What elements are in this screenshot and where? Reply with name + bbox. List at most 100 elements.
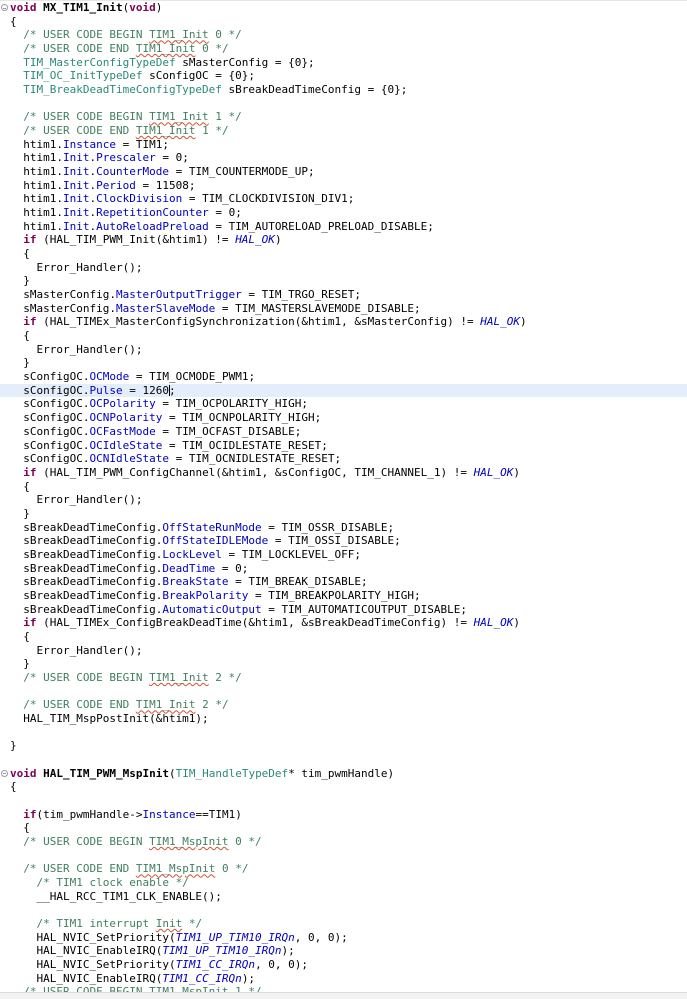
- code-line[interactable]: sBreakDeadTimeConfig.DeadTime = 0;: [0, 562, 687, 576]
- code-line[interactable]: [0, 685, 687, 699]
- code-line[interactable]: htim1.Instance = TIM1;: [0, 138, 687, 152]
- code-line[interactable]: sBreakDeadTimeConfig.BreakPolarity = TIM…: [0, 589, 687, 603]
- code-line-active[interactable]: sConfigOC.Pulse = 1260;: [0, 383, 687, 398]
- code-token-field: AutomaticOutput: [162, 602, 262, 616]
- code-line[interactable]: void MX_TIM1_Init(void): [0, 1, 687, 15]
- code-line[interactable]: sMasterConfig.MasterOutputTrigger = TIM_…: [0, 288, 687, 302]
- code-line[interactable]: sConfigOC.OCPolarity = TIM_OCPOLARITY_HI…: [0, 397, 687, 411]
- code-token-plain: = 1260: [122, 383, 169, 397]
- code-line[interactable]: sConfigOC.OCMode = TIM_OCMODE_PWM1;: [0, 370, 687, 384]
- code-editor[interactable]: void MX_TIM1_Init(void){ /* USER CODE BE…: [0, 0, 687, 999]
- code-token-plain: Error_Handler();: [10, 493, 143, 507]
- code-line[interactable]: HAL_NVIC_SetPriority(TIM1_CC_IRQn, 0, 0)…: [0, 958, 687, 972]
- code-token-cmt: /* USER CODE BEGIN: [10, 670, 150, 684]
- code-token-plain: = TIM_COUNTERMODE_UP;: [168, 165, 315, 179]
- code-line[interactable]: {: [0, 247, 687, 261]
- code-line[interactable]: {: [0, 329, 687, 343]
- code-line[interactable]: sBreakDeadTimeConfig.AutomaticOutput = T…: [0, 603, 687, 617]
- code-line[interactable]: void HAL_TIM_PWM_MspInit(TIM_HandleTypeD…: [0, 767, 687, 781]
- code-line[interactable]: sBreakDeadTimeConfig.OffStateRunMode = T…: [0, 521, 687, 535]
- code-token-type: TIM_MasterConfigTypeDef: [10, 55, 176, 69]
- code-line[interactable]: TIM_MasterConfigTypeDef sMasterConfig = …: [0, 56, 687, 70]
- code-line[interactable]: if (HAL_TIM_PWM_Init(&htim1) != HAL_OK): [0, 233, 687, 247]
- code-line[interactable]: sConfigOC.OCFastMode = TIM_OCFAST_DISABL…: [0, 425, 687, 439]
- code-token-const: TIM1_CC_IRQn: [162, 971, 242, 985]
- code-line[interactable]: Error_Handler();: [0, 493, 687, 507]
- code-line[interactable]: [0, 794, 687, 808]
- code-line[interactable]: }: [0, 356, 687, 370]
- code-line[interactable]: {: [0, 780, 687, 794]
- code-line[interactable]: TIM_BreakDeadTimeConfigTypeDef sBreakDea…: [0, 83, 687, 97]
- code-line[interactable]: sMasterConfig.MasterSlaveMode = TIM_MAST…: [0, 302, 687, 316]
- code-token-plain: ): [155, 1, 163, 14]
- code-line[interactable]: TIM_OC_InitTypeDef sConfigOC = {0};: [0, 69, 687, 83]
- code-token-kw: if: [23, 616, 37, 630]
- code-token-plain: htim1.: [10, 165, 63, 179]
- code-line[interactable]: {: [0, 15, 687, 29]
- code-line[interactable]: /* USER CODE BEGIN TIM1_MspInit 0 */: [0, 835, 687, 849]
- code-line[interactable]: sConfigOC.OCNPolarity = TIM_OCNPOLARITY_…: [0, 411, 687, 425]
- code-fold-collapse-icon[interactable]: [1, 769, 8, 777]
- code-line[interactable]: /* USER CODE END TIM1_Init 1 */: [0, 124, 687, 138]
- code-line[interactable]: sBreakDeadTimeConfig.LockLevel = TIM_LOC…: [0, 548, 687, 562]
- code-line[interactable]: {: [0, 480, 687, 494]
- code-line[interactable]: HAL_NVIC_EnableIRQ(TIM1_UP_TIM10_IRQn);: [0, 944, 687, 958]
- code-line[interactable]: if (HAL_TIM_PWM_ConfigChannel(&htim1, &s…: [0, 466, 687, 480]
- code-token-plain: = 11508;: [135, 178, 196, 192]
- code-line[interactable]: Error_Handler();: [0, 644, 687, 658]
- code-line[interactable]: HAL_NVIC_EnableIRQ(TIM1_CC_IRQn);: [0, 972, 687, 986]
- code-line[interactable]: __HAL_RCC_TIM1_CLK_ENABLE();: [0, 890, 687, 904]
- code-line[interactable]: [0, 903, 687, 917]
- code-line[interactable]: /* USER CODE BEGIN TIM1_Init 2 */: [0, 671, 687, 685]
- code-line[interactable]: sConfigOC.OCIdleState = TIM_OCIDLESTATE_…: [0, 439, 687, 453]
- code-line[interactable]: if (HAL_TIMEx_ConfigBreakDeadTime(&htim1…: [0, 616, 687, 630]
- code-line[interactable]: if(tim_pwmHandle->Instance==TIM1): [0, 808, 687, 822]
- code-line[interactable]: [0, 97, 687, 111]
- code-line[interactable]: htim1.Init.Prescaler = 0;: [0, 151, 687, 165]
- code-text-area[interactable]: void MX_TIM1_Init(void){ /* USER CODE BE…: [0, 1, 687, 999]
- code-line[interactable]: {: [0, 821, 687, 835]
- code-line[interactable]: /* USER CODE BEGIN TIM1_Init 1 */: [0, 110, 687, 124]
- code-token-plain: = TIM_OCFAST_DISABLE;: [155, 424, 302, 438]
- code-token-plain: = TIM_CLOCKDIVISION_DIV1;: [182, 192, 355, 206]
- code-token-plain: sBreakDeadTimeConfig.: [10, 561, 163, 575]
- code-line[interactable]: /* USER CODE END TIM1_Init 0 */: [0, 42, 687, 56]
- code-token-field: OffStateRunMode: [162, 520, 262, 534]
- code-token-plain: (HAL_TIMEx_MasterConfigSynchronization(&…: [36, 315, 481, 329]
- code-token-plain: sMasterConfig = {0};: [175, 55, 315, 69]
- code-line[interactable]: /* USER CODE END TIM1_MspInit 0 */: [0, 862, 687, 876]
- code-line[interactable]: Error_Handler();: [0, 261, 687, 275]
- code-line[interactable]: htim1.Init.CounterMode = TIM_COUNTERMODE…: [0, 165, 687, 179]
- code-line[interactable]: HAL_NVIC_SetPriority(TIM1_UP_TIM10_IRQn,…: [0, 931, 687, 945]
- code-line[interactable]: htim1.Init.Period = 11508;: [0, 179, 687, 193]
- code-line[interactable]: }: [0, 739, 687, 753]
- code-line[interactable]: sConfigOC.OCNIdleState = TIM_OCNIDLESTAT…: [0, 452, 687, 466]
- code-line[interactable]: {: [0, 630, 687, 644]
- code-token-field: OCPolarity: [89, 397, 156, 411]
- code-line[interactable]: if (HAL_TIMEx_MasterConfigSynchronizatio…: [0, 315, 687, 329]
- code-line[interactable]: [0, 753, 687, 767]
- code-line[interactable]: }: [0, 274, 687, 288]
- code-line[interactable]: /* USER CODE END TIM1_Init 2 */: [0, 698, 687, 712]
- code-token-plain: (: [168, 766, 176, 780]
- code-line[interactable]: HAL_TIM_MspPostInit(&htim1);: [0, 712, 687, 726]
- code-line[interactable]: [0, 849, 687, 863]
- code-line[interactable]: Error_Handler();: [0, 343, 687, 357]
- code-line[interactable]: }: [0, 507, 687, 521]
- code-token-cmt: TIM1_Init: [135, 698, 196, 712]
- code-line[interactable]: htim1.Init.AutoReloadPreload = TIM_AUTOR…: [0, 220, 687, 234]
- code-line[interactable]: }: [0, 657, 687, 671]
- code-fold-collapse-icon[interactable]: [1, 4, 8, 11]
- code-token-plain: sBreakDeadTimeConfig.: [10, 520, 163, 534]
- code-line[interactable]: htim1.Init.RepetitionCounter = 0;: [0, 206, 687, 220]
- code-line[interactable]: [0, 726, 687, 740]
- code-line[interactable]: /* USER CODE BEGIN TIM1_Init 0 */: [0, 28, 687, 42]
- code-line[interactable]: sBreakDeadTimeConfig.BreakState = TIM_BR…: [0, 575, 687, 589]
- code-line[interactable]: sBreakDeadTimeConfig.OffStateIDLEMode = …: [0, 534, 687, 548]
- code-line[interactable]: /* TIM1 clock enable */: [0, 876, 687, 890]
- code-token-plain: = TIM_LOCKLEVEL_OFF;: [221, 547, 362, 561]
- code-line[interactable]: htim1.Init.ClockDivision = TIM_CLOCKDIVI…: [0, 192, 687, 206]
- code-line[interactable]: /* TIM1 interrupt Init */: [0, 917, 687, 931]
- code-token-plain: htim1.: [10, 192, 63, 206]
